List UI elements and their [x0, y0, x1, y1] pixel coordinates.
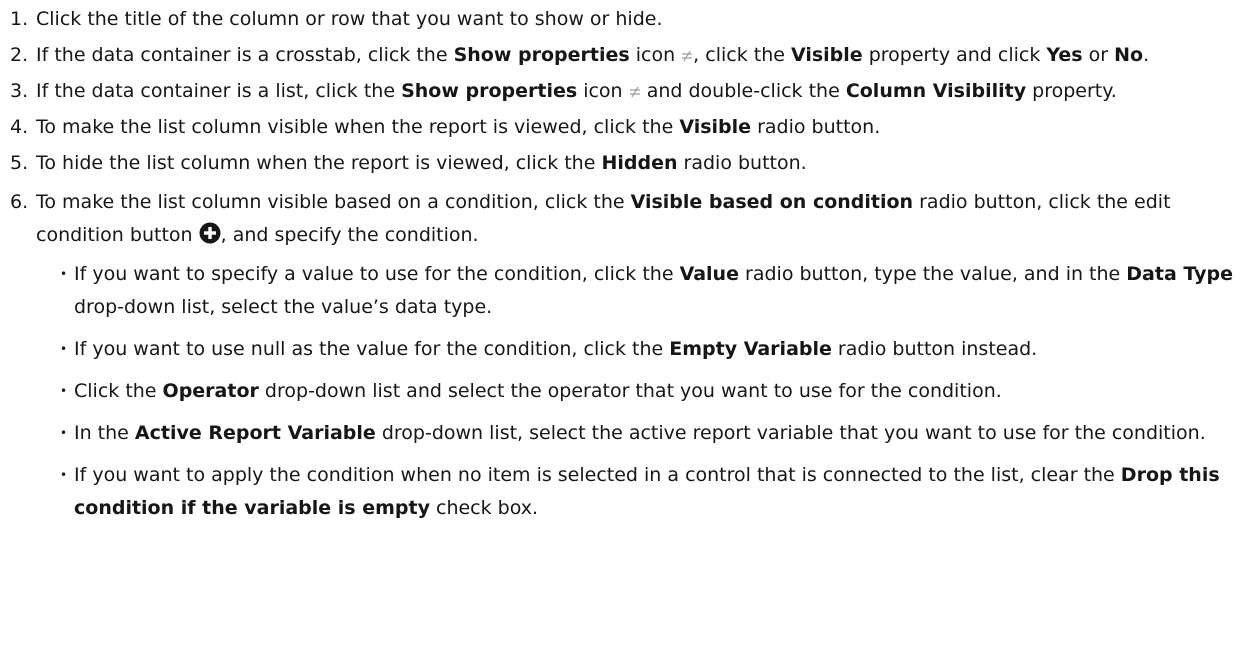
step-1: 1. Click the title of the column or row …	[10, 6, 1250, 33]
list-item: • In the Active Report Variable drop-dow…	[36, 417, 1250, 450]
step-text: property.	[1026, 80, 1117, 102]
bullet-text: Click the	[74, 380, 163, 402]
add-circle-icon	[199, 222, 221, 244]
show-properties-icon	[629, 79, 641, 98]
step-number: 4.	[10, 116, 29, 138]
ui-term-hidden: Hidden	[601, 152, 678, 174]
step-number: 1.	[10, 8, 29, 30]
bullet-text: If you want to specify a value to use fo…	[74, 263, 680, 285]
ui-term-visible: Visible	[790, 44, 863, 66]
step-4: 4. To make the list column visible when …	[10, 114, 1250, 141]
bullet-text: If you want to use null as the value for…	[74, 338, 670, 360]
step-number: 5.	[10, 152, 29, 174]
ui-term-operator: Operator	[162, 380, 259, 402]
list-item: • If you want to apply the condition whe…	[36, 459, 1250, 525]
step-text: icon	[577, 80, 629, 102]
step-text: icon	[629, 44, 682, 66]
bullet-text: In the	[74, 422, 135, 444]
ui-term-no: No	[1114, 44, 1144, 66]
bullet-text: drop-down list and select the operator t…	[258, 380, 1002, 402]
step-number: 3.	[10, 80, 29, 102]
list-item: • Click the Operator drop-down list and …	[36, 375, 1250, 408]
bullet: •	[60, 426, 68, 440]
ui-term-value: Value	[679, 263, 739, 285]
list-item: • If you want to specify a value to use …	[36, 258, 1250, 324]
ui-term-yes: Yes	[1046, 44, 1083, 66]
ui-term-active-report-variable: Active Report Variable	[134, 422, 376, 444]
step-text: If the data container is a list, click t…	[36, 80, 402, 102]
bullet: •	[60, 468, 68, 482]
step-text: and double-click the	[640, 80, 846, 102]
step-text: To hide the list column when the report …	[36, 152, 602, 174]
bullet-text: radio button instead.	[831, 338, 1038, 360]
step-text: , and specify the condition.	[220, 224, 479, 246]
step-number: 2.	[10, 44, 29, 66]
ui-term-empty-variable: Empty Variable	[669, 338, 832, 360]
ui-term-column-visibility: Column Visibility	[845, 80, 1027, 102]
bullet-text: check box.	[429, 497, 539, 519]
ui-term-data-type: Data Type	[1126, 263, 1233, 285]
step-text: , click the	[693, 44, 791, 66]
step-text: property and click	[862, 44, 1047, 66]
step-text: radio button.	[677, 152, 807, 174]
step-text: Click the title of the column or row tha…	[36, 8, 663, 30]
bullet-text: radio button, type the value, and in the	[738, 263, 1127, 285]
step-text: radio button.	[751, 116, 881, 138]
list-item: • If you want to use null as the value f…	[36, 333, 1250, 366]
step-5: 5. To hide the list column when the repo…	[10, 150, 1250, 177]
step-6: 6. To make the list column visible based…	[10, 186, 1250, 525]
instructions-document: 1. Click the title of the column or row …	[0, 0, 1250, 525]
bullet: •	[60, 384, 68, 398]
step-text: or	[1082, 44, 1115, 66]
show-properties-icon	[681, 43, 693, 62]
step-2: 2. If the data container is a crosstab, …	[10, 42, 1250, 69]
ui-term-show-properties: Show properties	[453, 44, 630, 66]
bullet-text: If you want to apply the condition when …	[74, 464, 1121, 486]
step-text: .	[1143, 44, 1150, 66]
step-text: To make the list column visible based on…	[36, 191, 631, 213]
condition-options-list: • If you want to specify a value to use …	[36, 258, 1250, 525]
ui-term-visible: Visible	[679, 116, 752, 138]
ui-term-visible-based-on-condition: Visible based on condition	[630, 191, 914, 213]
step-number: 6.	[10, 191, 29, 213]
step-text: To make the list column visible when the…	[36, 116, 680, 138]
step-text: If the data container is a crosstab, cli…	[36, 44, 454, 66]
bullet: •	[60, 267, 68, 281]
step-3: 3. If the data container is a list, clic…	[10, 78, 1250, 105]
ui-term-show-properties: Show properties	[401, 80, 578, 102]
bullet-text: drop-down list, select the value’s data …	[74, 296, 493, 318]
bullet: •	[60, 342, 68, 356]
bullet-text: drop-down list, select the active report…	[375, 422, 1206, 444]
